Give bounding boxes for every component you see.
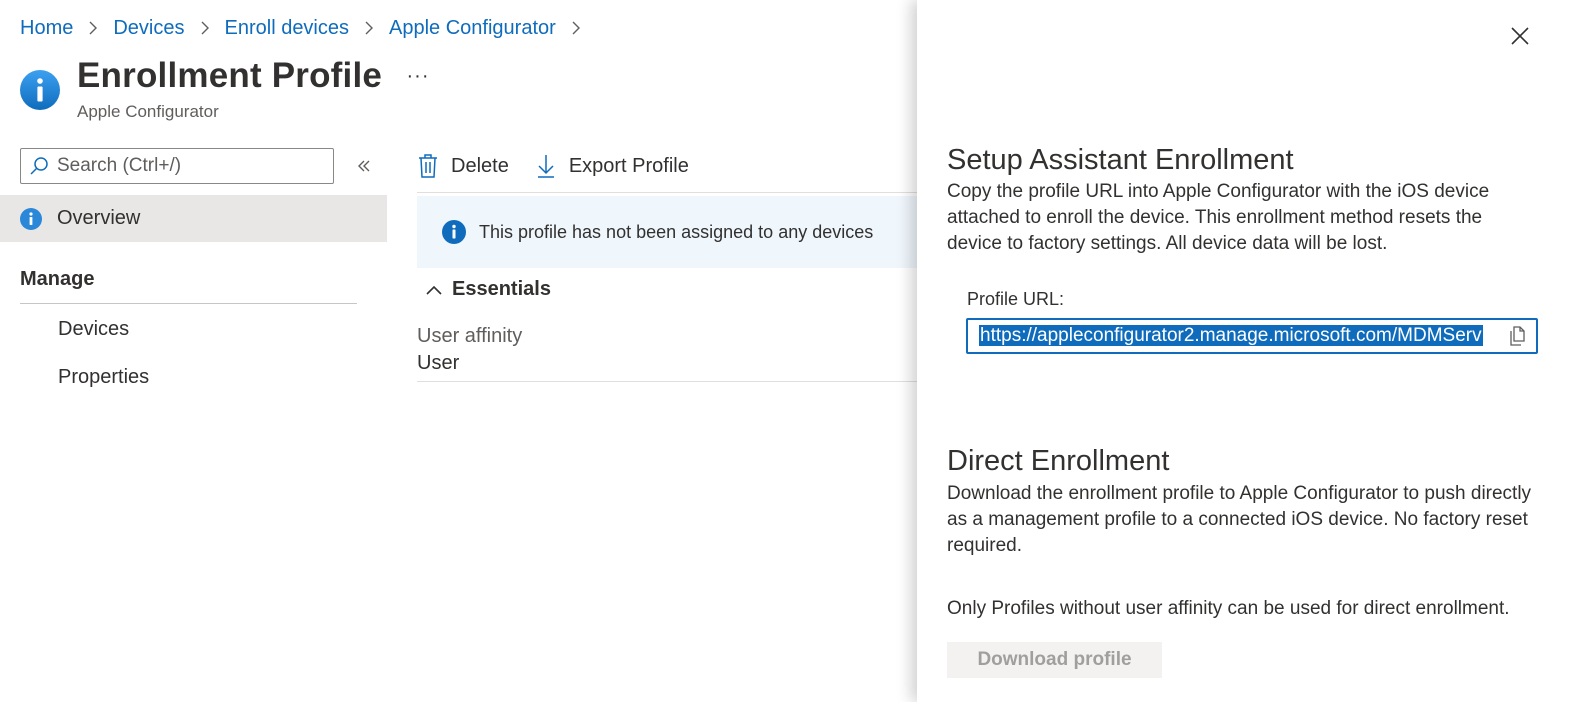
setup-assistant-title: Setup Assistant Enrollment bbox=[947, 144, 1294, 176]
info-icon bbox=[20, 207, 42, 230]
collapse-sidebar-button[interactable] bbox=[352, 154, 376, 178]
close-button[interactable] bbox=[1508, 24, 1532, 48]
search-icon bbox=[30, 157, 48, 175]
banner-text: This profile has not been assigned to an… bbox=[479, 221, 874, 242]
divider bbox=[20, 303, 357, 304]
copy-to-clipboard-button[interactable] bbox=[1498, 320, 1536, 352]
breadcrumb-home[interactable]: Home bbox=[20, 17, 73, 40]
delete-button[interactable]: Delete bbox=[417, 153, 509, 179]
profile-url-label: Profile URL: bbox=[967, 289, 1065, 309]
profile-url-field[interactable]: https://appleconfigurator2.manage.micros… bbox=[966, 318, 1538, 354]
divider bbox=[417, 192, 937, 193]
chevron-right-icon bbox=[193, 16, 217, 40]
download-icon bbox=[537, 155, 554, 178]
info-icon bbox=[20, 70, 60, 110]
sidebar-item-devices[interactable]: Devices bbox=[58, 318, 129, 341]
divider bbox=[417, 381, 937, 382]
search-input[interactable] bbox=[57, 155, 317, 177]
download-profile-button[interactable]: Download profile bbox=[947, 642, 1162, 678]
chevron-up-icon bbox=[426, 285, 442, 295]
essentials-heading: Essentials bbox=[452, 278, 551, 300]
breadcrumb-enroll-devices[interactable]: Enroll devices bbox=[225, 17, 350, 40]
breadcrumb-apple-configurator[interactable]: Apple Configurator bbox=[389, 17, 556, 40]
double-chevron-left-icon bbox=[358, 160, 370, 172]
essentials-toggle[interactable]: Essentials bbox=[424, 278, 551, 301]
command-bar: Delete Export Profile bbox=[417, 140, 937, 192]
info-icon bbox=[442, 220, 466, 244]
export-profile-button[interactable]: Export Profile bbox=[535, 153, 689, 179]
direct-enrollment-title: Direct Enrollment bbox=[947, 445, 1170, 477]
direct-enrollment-description: Download the enrollment profile to Apple… bbox=[947, 483, 1532, 556]
breadcrumb: Home Devices Enroll devices Apple Config… bbox=[20, 16, 596, 40]
trash-icon bbox=[419, 154, 437, 178]
sidebar-item-properties[interactable]: Properties bbox=[58, 366, 149, 389]
info-banner: This profile has not been assigned to an… bbox=[417, 196, 937, 268]
side-panel: Setup Assistant Enrollment Copy the prof… bbox=[917, 0, 1572, 702]
user-affinity-label: User affinity bbox=[417, 325, 523, 347]
direct-enrollment-note: Only Profiles without user affinity can … bbox=[947, 598, 1510, 619]
chevron-right-icon bbox=[564, 16, 588, 40]
close-icon bbox=[1511, 27, 1529, 45]
delete-label: Delete bbox=[451, 154, 509, 177]
profile-url-value[interactable]: https://appleconfigurator2.manage.micros… bbox=[979, 325, 1483, 346]
page-title: Enrollment Profile bbox=[77, 56, 383, 95]
user-affinity-value: User bbox=[417, 352, 460, 374]
nav-section-manage: Manage bbox=[20, 268, 95, 290]
search-box bbox=[20, 148, 334, 184]
more-options-button[interactable]: ··· bbox=[404, 62, 432, 90]
sidebar-item-overview[interactable]: Overview bbox=[0, 195, 387, 242]
page-subtitle: Apple Configurator bbox=[77, 102, 219, 121]
chevron-right-icon bbox=[81, 16, 105, 40]
setup-assistant-description: Copy the profile URL into Apple Configur… bbox=[947, 181, 1490, 254]
sidebar-item-label: Overview bbox=[57, 207, 141, 229]
chevron-right-icon bbox=[357, 16, 381, 40]
export-profile-label: Export Profile bbox=[568, 154, 689, 177]
copy-icon bbox=[1510, 326, 1525, 346]
profile-url-value-container: https://appleconfigurator2.manage.micros… bbox=[979, 324, 1498, 348]
breadcrumb-devices[interactable]: Devices bbox=[113, 17, 184, 40]
